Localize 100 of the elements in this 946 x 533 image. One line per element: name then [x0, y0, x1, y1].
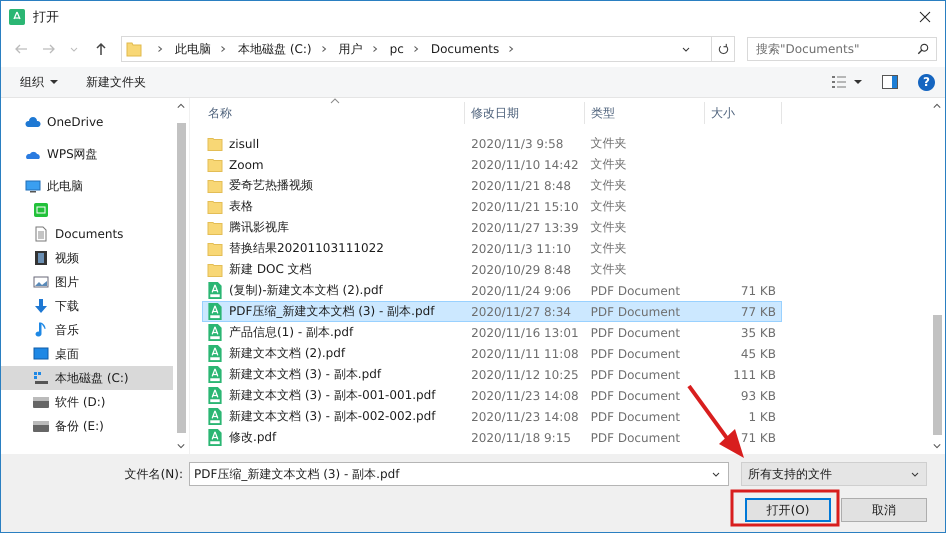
file-type: 文件夹 [590, 219, 628, 236]
close-icon[interactable] [919, 11, 931, 23]
breadcrumb-segment[interactable]: 此电脑 [175, 40, 211, 58]
sidebar-item[interactable]: 图片 [1, 270, 173, 294]
pdf-file-icon [207, 408, 223, 425]
modified-date: 2020/11/3 11:10 [470, 242, 572, 256]
file-row[interactable]: (复制)-新建文本文档 (2).pdf 2020/11/24 9:06 PDF Document 71 KB [202, 280, 782, 301]
file-name: 新建文本文档 (3) - 副本-001-001.pdf [229, 387, 436, 404]
download-icon [33, 298, 49, 314]
modified-date: 2020/11/23 14:08 [470, 410, 580, 424]
breadcrumb-segment[interactable]: pc [390, 42, 404, 56]
pdf-file-icon [207, 387, 223, 404]
modified-date: 2020/11/24 9:06 [470, 284, 572, 298]
file-type: PDF Document [590, 326, 682, 340]
breadcrumb-segment[interactable]: Documents [430, 42, 500, 56]
help-button[interactable]: ? [918, 74, 935, 90]
preview-pane-icon[interactable] [882, 75, 898, 89]
sidebar-item[interactable]: 视频 [1, 246, 173, 270]
chevron-right-icon [507, 45, 516, 53]
caret-icon [50, 78, 58, 86]
modified-date: 2020/11/21 8:48 [470, 178, 572, 192]
file-row[interactable]: 新建文本文档 (3) - 副本-001-001.pdf 2020/11/23 14:08 PDF Document 93 KB [202, 385, 782, 406]
column-header[interactable]: 大小 [705, 102, 782, 124]
modified-date: 2020/11/11 11:08 [470, 346, 580, 360]
sidebar-item[interactable]: Documents [1, 222, 173, 246]
scrollbar-thumb[interactable] [176, 123, 186, 433]
sidebar-item[interactable]: OneDrive [1, 110, 173, 134]
video-icon [33, 250, 49, 266]
pdf-file-icon [207, 429, 223, 446]
breadcrumb-segment[interactable]: 用户 [338, 40, 363, 58]
file-size: 71 KB [740, 430, 776, 444]
file-name: 新建 DOC 文档 [229, 261, 312, 278]
search-icon[interactable] [917, 43, 929, 55]
modified-date: 2020/11/16 13:01 [470, 326, 580, 340]
sysdrive-icon [33, 370, 49, 386]
organize-button[interactable]: 组织 [15, 70, 63, 94]
modified-date: 2020/11/3 9:58 [470, 136, 564, 150]
file-type-dropdown[interactable]: 所有支持的文件 [741, 462, 927, 486]
folder-icon [207, 219, 223, 236]
modified-date: 2020/11/12 10:25 [470, 368, 580, 382]
filename-field[interactable]: PDF压缩_新建文本文档 (3) - 副本.pdf [189, 462, 729, 486]
scroll-up-icon[interactable] [933, 103, 941, 109]
sidebar-item[interactable]: 备份 (E:) [1, 414, 173, 438]
folder-icon [207, 198, 223, 215]
search-field[interactable]: 搜索"Documents" [747, 37, 937, 61]
sidebar-item[interactable]: 此电脑 [1, 174, 173, 198]
file-row[interactable]: 新建文本文档 (3) - 副本.pdf 2020/11/12 10:25 PDF Document 111 KB [202, 364, 782, 385]
open-button[interactable]: 打开(O) [745, 498, 831, 522]
drive-icon [33, 394, 49, 410]
sidebar-item[interactable]: 软件 (D:) [1, 390, 173, 414]
file-row[interactable]: 腾讯影视库 2020/11/27 13:39 文件夹 [202, 217, 782, 238]
scrollbar-thumb[interactable] [932, 315, 942, 435]
folder-icon [207, 261, 223, 278]
file-row[interactable]: 爱奇艺热播视频 2020/11/21 8:48 文件夹 [202, 175, 782, 196]
file-type: PDF Document [590, 388, 682, 402]
folder-icon [207, 240, 223, 257]
sidebar-item[interactable]: 本地磁盘 (C:) [1, 366, 173, 390]
refresh-icon[interactable] [716, 42, 730, 56]
scroll-down-icon[interactable] [177, 443, 185, 449]
file-row[interactable]: Zoom 2020/11/10 14:42 文件夹 [202, 154, 782, 175]
file-row[interactable]: zisull 2020/11/3 9:58 文件夹 [202, 133, 782, 154]
caret-icon[interactable] [854, 78, 862, 86]
chevron-right-icon [370, 45, 379, 53]
file-type: 文件夹 [590, 156, 628, 173]
file-row[interactable]: 替换结果20201103111022 2020/11/3 11:10 文件夹 [202, 238, 782, 259]
breadcrumb-segment[interactable]: 本地磁盘 (C:) [238, 40, 312, 58]
chevron-right-icon [320, 45, 328, 53]
modified-date: 2020/10/29 8:48 [470, 262, 572, 276]
modified-date: 2020/11/21 15:10 [470, 200, 580, 214]
file-name: zisull [229, 136, 260, 150]
cloud-icon [25, 114, 41, 130]
sidebar-item[interactable]: 下载 [1, 294, 173, 318]
picture-icon [33, 274, 49, 290]
file-type: 文件夹 [590, 240, 628, 257]
column-header[interactable]: 名称 [202, 102, 465, 124]
chevron-right-icon [412, 45, 420, 53]
file-row[interactable]: 修改.pdf 2020/11/18 9:15 PDF Document 71 KB [202, 427, 782, 448]
sidebar-item[interactable]: 音乐 [1, 318, 173, 342]
new-folder-button[interactable]: 新建文件夹 [81, 70, 151, 94]
file-row[interactable]: 新建 DOC 文档 2020/10/29 8:48 文件夹 [202, 259, 782, 280]
column-header[interactable]: 修改日期 [465, 102, 585, 124]
sidebar-item[interactable]: 桌面 [1, 342, 173, 366]
sort-ascending-icon [330, 98, 340, 104]
file-row[interactable]: PDF压缩_新建文本文档 (3) - 副本.pdf 2020/11/27 8:34 PDF Document 77 KB [202, 301, 782, 322]
file-row[interactable]: 新建文本文档 (3) - 副本-002-002.pdf 2020/11/23 14:08 PDF Document 1 KB [202, 406, 782, 427]
file-name: 产品信息(1) - 副本.pdf [229, 324, 354, 341]
folder-icon [207, 135, 223, 152]
file-row[interactable]: 产品信息(1) - 副本.pdf 2020/11/16 13:01 PDF Document 35 KB [202, 322, 782, 343]
scroll-up-icon[interactable] [177, 103, 185, 109]
view-list-icon[interactable] [832, 75, 846, 89]
file-name: 新建文本文档 (3) - 副本-002-002.pdf [229, 408, 436, 425]
column-header[interactable]: 类型 [585, 102, 705, 124]
sidebar-item[interactable]: WPS网盘 [1, 142, 173, 166]
cancel-button[interactable]: 取消 [841, 498, 927, 522]
address-bar[interactable]: 此电脑 本地磁盘 (C:) 用户 pc Documents [121, 36, 735, 62]
file-row[interactable]: 新建文本文档 (2).pdf 2020/11/11 11:08 PDF Document 45 KB [202, 343, 782, 364]
file-name: 腾讯影视库 [229, 219, 289, 236]
file-row[interactable]: 表格 2020/11/21 15:10 文件夹 [202, 196, 782, 217]
scroll-down-icon[interactable] [933, 443, 941, 449]
doc-icon [33, 226, 49, 242]
